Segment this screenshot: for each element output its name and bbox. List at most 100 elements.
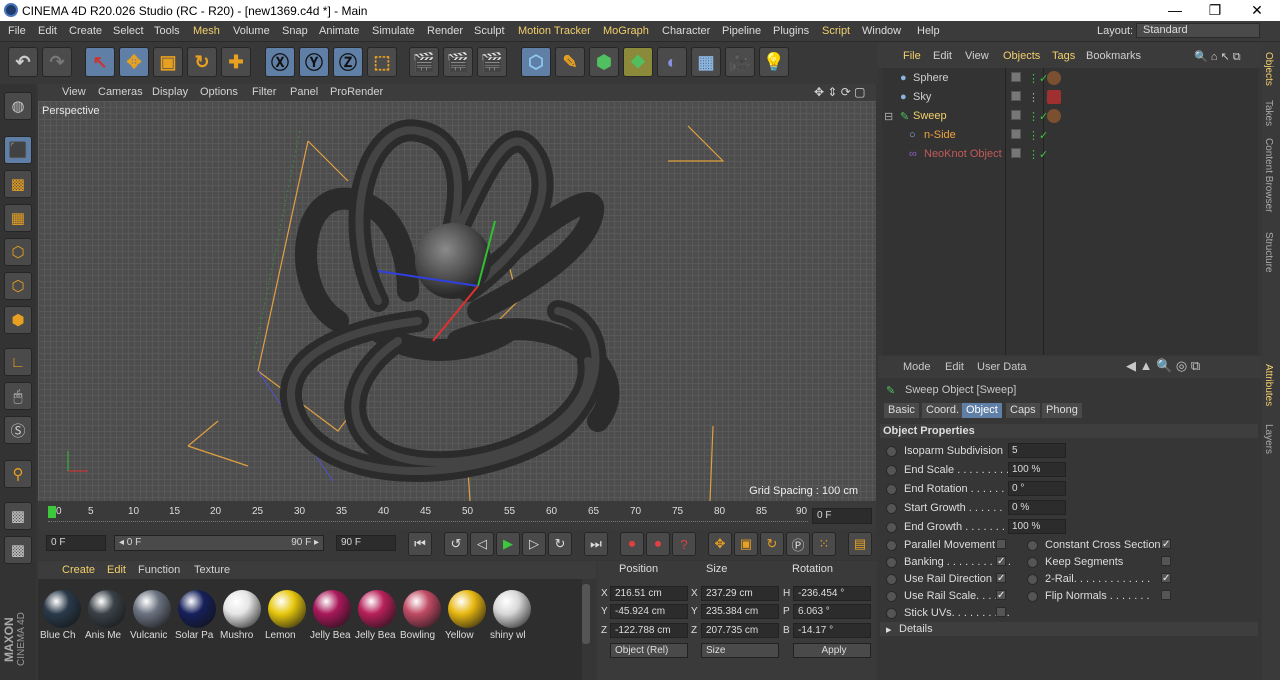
om-menu-tags[interactable]: Tags xyxy=(1052,50,1075,62)
details-expand-icon[interactable]: ▸ xyxy=(886,623,892,636)
animate-toggle[interactable] xyxy=(1027,540,1038,551)
side-tab-structure[interactable]: Structure xyxy=(1263,232,1274,273)
mat-menu-texture[interactable]: Texture xyxy=(194,564,230,576)
animate-toggle[interactable] xyxy=(886,503,897,514)
play-icon[interactable]: ▶ xyxy=(496,532,520,556)
parallel-movement-checkbox[interactable] xyxy=(996,539,1006,549)
isoparm-subdivision-field[interactable]: 5 xyxy=(1008,443,1066,458)
key-pla-icon[interactable]: ⁙ xyxy=(812,532,836,556)
live-selection-icon[interactable]: ↖ xyxy=(85,47,115,77)
make-editable-icon[interactable]: ◍ xyxy=(4,92,32,120)
menu-snap[interactable]: Snap xyxy=(282,25,308,37)
tab-caps[interactable]: Caps xyxy=(1006,403,1040,418)
maximize-button[interactable]: ❐ xyxy=(1200,2,1230,19)
menu-window[interactable]: Window xyxy=(862,25,901,37)
collapse-toggle-icon[interactable]: ⊟ xyxy=(884,110,893,123)
visibility-icon[interactable]: ⋮✓ xyxy=(1028,72,1048,85)
menu-simulate[interactable]: Simulate xyxy=(372,25,415,37)
key-position-icon[interactable]: ✥ xyxy=(708,532,732,556)
side-tab-objects[interactable]: Objects xyxy=(1263,52,1274,86)
floor-icon[interactable]: ▦ xyxy=(691,47,721,77)
y-axis-lock-icon[interactable]: Ⓨ xyxy=(299,47,329,77)
vp-menu-panel[interactable]: Panel xyxy=(290,86,318,98)
light-icon[interactable]: 💡 xyxy=(759,47,789,77)
material-swatch[interactable]: Mushro xyxy=(220,588,263,646)
keyframe-selection-icon[interactable]: ? xyxy=(672,532,696,556)
vp-menu-cameras[interactable]: Cameras xyxy=(98,86,143,98)
rotate-tool-icon[interactable]: ↻ xyxy=(187,47,217,77)
menu-volume[interactable]: Volume xyxy=(233,25,270,37)
menu-character[interactable]: Character xyxy=(662,25,710,37)
move-tool-icon[interactable]: ✥ xyxy=(119,47,149,77)
animate-toggle[interactable] xyxy=(886,591,897,602)
mat-menu-function[interactable]: Function xyxy=(138,564,180,576)
material-scrollbar[interactable] xyxy=(582,584,590,644)
constant-cross-section-checkbox[interactable]: ✓ xyxy=(1161,539,1171,550)
menu-plugins[interactable]: Plugins xyxy=(773,25,809,37)
stick-uvs-checkbox[interactable] xyxy=(996,607,1006,617)
coordinate-mode-select[interactable]: Object (Rel) xyxy=(610,643,688,658)
position-y-field[interactable]: -45.924 cm xyxy=(610,604,688,619)
om-menu-view[interactable]: View xyxy=(965,50,989,62)
object-row-sky[interactable]: ● Sky ⋮ xyxy=(882,88,1258,106)
material-tag-icon[interactable] xyxy=(1047,109,1061,123)
menu-select[interactable]: Select xyxy=(113,25,144,37)
animate-toggle[interactable] xyxy=(1027,574,1038,585)
layer-toggle[interactable] xyxy=(1011,72,1021,82)
material-tag-icon[interactable] xyxy=(1047,90,1061,104)
layer-toggle[interactable] xyxy=(1011,148,1021,158)
playhead[interactable] xyxy=(48,506,56,518)
am-menu-mode[interactable]: Mode xyxy=(903,361,931,373)
polygons-mode-icon[interactable]: ⬢ xyxy=(4,306,32,334)
animate-toggle[interactable] xyxy=(886,522,897,533)
am-toolbar-icons[interactable]: ◀ ▲ 🔍 ◎ ⧉ xyxy=(1126,358,1200,374)
next-frame-icon[interactable]: ▷ xyxy=(522,532,546,556)
redo-icon[interactable]: ↷ xyxy=(42,47,72,77)
material-swatch[interactable]: Jelly Bea xyxy=(355,588,398,646)
om-menu-file[interactable]: File xyxy=(903,50,921,62)
vp-menu-display[interactable]: Display xyxy=(152,86,188,98)
two-rail-checkbox[interactable]: ✓ xyxy=(1161,573,1171,584)
workplane-mode-icon[interactable]: ▦ xyxy=(4,204,32,232)
layer-toggle[interactable] xyxy=(1011,129,1021,139)
use-rail-scale-checkbox[interactable]: ✓ xyxy=(996,590,1006,601)
size-y-field[interactable]: 235.384 cm xyxy=(701,604,779,619)
object-row-sweep[interactable]: ⊟ ✎ Sweep ⋮✓ xyxy=(882,107,1258,125)
material-swatch[interactable]: Vulcanic xyxy=(130,588,173,646)
vp-menu-view[interactable]: View xyxy=(62,86,86,98)
render-picture-viewer-icon[interactable]: 🎬 xyxy=(443,47,473,77)
visibility-icon[interactable]: ⋮✓ xyxy=(1028,110,1048,123)
pen-spline-icon[interactable]: ✎ xyxy=(555,47,585,77)
menu-help[interactable]: Help xyxy=(917,25,940,37)
details-section-header[interactable] xyxy=(880,622,1258,636)
menu-sculpt[interactable]: Sculpt xyxy=(474,25,505,37)
grid-lock-icon[interactable]: ▩ xyxy=(4,502,32,530)
vp-menu-options[interactable]: Options xyxy=(200,86,238,98)
menu-edit[interactable]: Edit xyxy=(38,25,57,37)
menu-file[interactable]: File xyxy=(8,25,26,37)
scale-tool-icon[interactable]: ▣ xyxy=(153,47,183,77)
menu-script[interactable]: Script xyxy=(822,25,850,37)
rotation-h-field[interactable]: -236.454 ° xyxy=(793,586,871,601)
menu-tools[interactable]: Tools xyxy=(154,25,180,37)
side-tab-content-browser[interactable]: Content Browser xyxy=(1263,138,1274,212)
x-axis-lock-icon[interactable]: Ⓧ xyxy=(265,47,295,77)
next-key-icon[interactable]: ↻ xyxy=(548,532,572,556)
soft-selection-icon[interactable]: ▩ xyxy=(4,536,32,564)
visibility-icon[interactable]: ⋮ xyxy=(1028,91,1039,104)
menu-render[interactable]: Render xyxy=(427,25,463,37)
coordinate-system-icon[interactable]: ⬚ xyxy=(367,47,397,77)
material-swatch[interactable]: Jelly Bea xyxy=(310,588,353,646)
animate-toggle[interactable] xyxy=(1027,591,1038,602)
deformer-icon[interactable]: ◐ xyxy=(657,47,687,77)
apply-button[interactable]: Apply xyxy=(793,643,871,658)
start-growth-field[interactable]: 0 % xyxy=(1008,500,1066,515)
recent-tool-icon[interactable]: ✚ xyxy=(221,47,251,77)
model-mode-icon[interactable]: ⬛ xyxy=(4,136,32,164)
record-keys-icon[interactable]: ⏺ xyxy=(620,532,644,556)
material-tag-icon[interactable] xyxy=(1047,71,1061,85)
vp-menu-filter[interactable]: Filter xyxy=(252,86,276,98)
key-scale-icon[interactable]: ▣ xyxy=(734,532,758,556)
camera-icon[interactable]: 🎥 xyxy=(725,47,755,77)
key-rotation-icon[interactable]: ↻ xyxy=(760,532,784,556)
